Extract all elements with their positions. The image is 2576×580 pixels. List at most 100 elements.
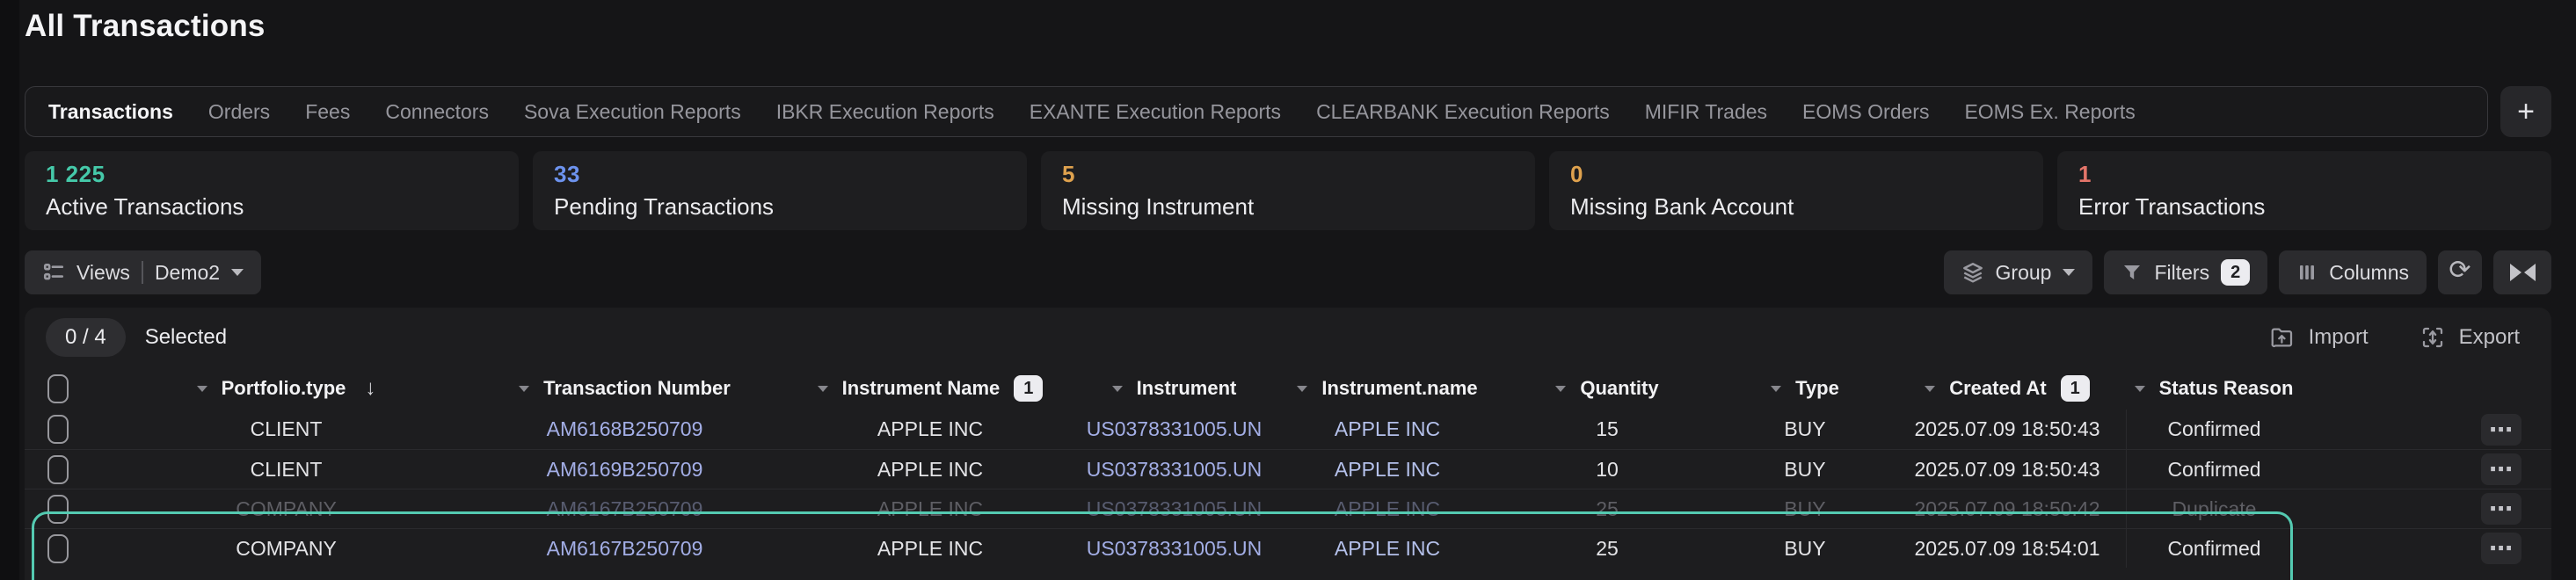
cell-status-reason: Confirmed [2126, 410, 2302, 449]
refresh-button[interactable]: ⟳ [2438, 250, 2482, 294]
stat-value: 1 225 [46, 161, 498, 188]
tab-eoms-orders[interactable]: EOMS Orders [1802, 100, 1929, 124]
column-menu-icon[interactable] [2135, 386, 2145, 392]
import-label: Import [2309, 325, 2369, 350]
columns-icon [2296, 262, 2318, 283]
cell-type: BUY [1721, 537, 1888, 561]
plus-icon: + [2517, 95, 2535, 129]
table-row[interactable]: CLIENT AM6169B250709 APPLE INC US0378331… [25, 449, 2551, 489]
row-menu-button[interactable]: ⋯ [2481, 493, 2521, 525]
cell-created-at: 2025.07.09 18:50:43 [1888, 417, 2126, 441]
column-header-instrument-name[interactable]: Instrument Name 1 [794, 375, 1066, 402]
cell-instrument-dot-name: APPLE INC [1282, 497, 1493, 521]
filters-button[interactable]: Filters 2 [2104, 250, 2267, 294]
cell-portfolio-type: COMPANY [117, 497, 455, 521]
toolbar: Views Demo2 Group Filters 2 [25, 250, 2551, 295]
tab-orders[interactable]: Orders [208, 100, 270, 124]
collapse-columns-button[interactable] [2493, 250, 2551, 294]
cell-transaction-number-link[interactable]: AM6168B250709 [455, 417, 794, 441]
stat-card-pending-transactions[interactable]: 33 Pending Transactions [533, 151, 1027, 230]
stat-card-missing-instrument[interactable]: 5 Missing Instrument [1041, 151, 1535, 230]
stat-value: 1 [2078, 161, 2530, 188]
column-label: Instrument [1137, 377, 1237, 400]
cell-instrument-link[interactable]: US0378331005.UN [1066, 537, 1282, 561]
divider [142, 261, 143, 284]
column-header-transaction-number[interactable]: Transaction Number [455, 377, 794, 400]
table-row-duplicate[interactable]: COMPANY AM6167B250709 APPLE INC US037833… [25, 489, 2551, 528]
column-header-instrument-dot-name[interactable]: Instrument.name [1282, 377, 1493, 400]
cell-quantity: 15 [1493, 417, 1721, 441]
columns-button[interactable]: Columns [2279, 250, 2427, 294]
add-tab-button[interactable]: + [2500, 86, 2551, 137]
row-menu-button[interactable]: ⋯ [2481, 533, 2521, 564]
tab-mifir-trades[interactable]: MIFIR Trades [1645, 100, 1767, 124]
column-header-portfolio-type[interactable]: Portfolio.type ↓ [117, 376, 455, 401]
cell-transaction-number-link[interactable]: AM6169B250709 [455, 458, 794, 482]
table-row[interactable]: CLIENT AM6168B250709 APPLE INC US0378331… [25, 410, 2551, 449]
row-checkbox[interactable] [47, 455, 69, 484]
column-menu-icon[interactable] [818, 386, 828, 392]
cell-status-reason: Duplicate [2126, 489, 2302, 528]
select-all-checkbox[interactable] [47, 374, 69, 403]
tab-transactions[interactable]: Transactions [48, 100, 173, 124]
tab-exante-execution-reports[interactable]: EXANTE Execution Reports [1030, 100, 1281, 124]
cell-instrument-dot-name: APPLE INC [1282, 458, 1493, 482]
column-menu-icon[interactable] [1925, 386, 1935, 392]
selected-count-pill: 0 / 4 [46, 318, 126, 357]
cell-transaction-number-link[interactable]: AM6167B250709 [455, 497, 794, 521]
stat-card-error-transactions[interactable]: 1 Error Transactions [2057, 151, 2551, 230]
header-checkbox-cell [25, 374, 117, 403]
stat-label: Missing Instrument [1062, 193, 1514, 221]
cell-instrument-link[interactable]: US0378331005.UN [1066, 458, 1282, 482]
filter-funnel-icon [2121, 262, 2143, 283]
tab-eoms-ex-reports[interactable]: EOMS Ex. Reports [1964, 100, 2135, 124]
filters-count-badge: 2 [2221, 259, 2250, 286]
row-checkbox[interactable] [47, 415, 69, 444]
cell-type: BUY [1721, 417, 1888, 441]
triangle-right-icon [2510, 264, 2521, 281]
cell-type: BUY [1721, 458, 1888, 482]
cell-instrument-name: APPLE INC [794, 537, 1066, 561]
cell-portfolio-type: CLIENT [117, 458, 455, 482]
column-menu-icon[interactable] [1771, 386, 1781, 392]
selection-bar: 0 / 4 Selected Import [25, 308, 2551, 367]
column-header-quantity[interactable]: Quantity [1493, 377, 1721, 400]
column-menu-icon[interactable] [1555, 386, 1566, 392]
cell-instrument-name: APPLE INC [794, 458, 1066, 482]
row-menu-button[interactable]: ⋯ [2481, 414, 2521, 446]
column-header-status-reason[interactable]: Status Reason [2126, 377, 2302, 400]
column-header-created-at[interactable]: Created At 1 [1888, 375, 2126, 402]
row-checkbox[interactable] [47, 495, 69, 524]
column-header-type[interactable]: Type [1721, 377, 1888, 400]
filters-label: Filters [2154, 261, 2209, 285]
stat-label: Error Transactions [2078, 193, 2530, 221]
column-menu-icon[interactable] [197, 386, 207, 392]
tab-clearbank-execution-reports[interactable]: CLEARBANK Execution Reports [1316, 100, 1610, 124]
tab-ibkr-execution-reports[interactable]: IBKR Execution Reports [776, 100, 994, 124]
window-edge [0, 0, 19, 580]
column-menu-icon[interactable] [1112, 386, 1123, 392]
table-row[interactable]: COMPANY AM6167B250709 APPLE INC US037833… [25, 528, 2551, 568]
export-button[interactable]: Export [2420, 324, 2520, 351]
group-button[interactable]: Group [1944, 250, 2093, 294]
stat-card-missing-bank-account[interactable]: 0 Missing Bank Account [1549, 151, 2043, 230]
views-selector-button[interactable]: Views Demo2 [25, 250, 261, 294]
cell-instrument-link[interactable]: US0378331005.UN [1066, 417, 1282, 441]
column-menu-icon[interactable] [519, 386, 529, 392]
stat-label: Pending Transactions [554, 193, 1006, 221]
cell-status-reason: Confirmed [2126, 529, 2302, 568]
tab-sova-execution-reports[interactable]: Sova Execution Reports [524, 100, 741, 124]
row-menu-button[interactable]: ⋯ [2481, 453, 2521, 485]
tab-fees[interactable]: Fees [305, 100, 350, 124]
import-button[interactable]: Import [2269, 324, 2369, 351]
column-header-instrument[interactable]: Instrument [1066, 377, 1282, 400]
sort-descending-icon[interactable]: ↓ [365, 376, 375, 401]
cell-transaction-number-link[interactable]: AM6167B250709 [455, 537, 794, 561]
row-checkbox[interactable] [47, 534, 69, 563]
column-menu-icon[interactable] [1297, 386, 1307, 392]
tab-connectors[interactable]: Connectors [385, 100, 489, 124]
cell-instrument-link[interactable]: US0378331005.UN [1066, 497, 1282, 521]
filter-count-badge: 1 [2061, 375, 2090, 402]
stat-card-active-transactions[interactable]: 1 225 Active Transactions [25, 151, 519, 230]
chevron-down-icon [2063, 269, 2075, 276]
